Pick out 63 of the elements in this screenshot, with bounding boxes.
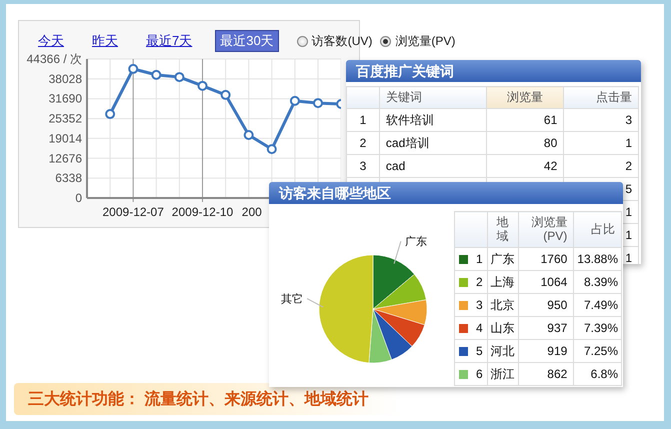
table-cell: 1760 <box>518 248 574 270</box>
table-cell: 937 <box>518 316 574 340</box>
table-cell: 862 <box>518 362 574 386</box>
table-cell: 河北 <box>487 340 518 362</box>
row-number: 5 <box>476 344 483 358</box>
axis-label: 44366 / 次 <box>26 52 82 66</box>
table-cell: 上海 <box>487 270 518 294</box>
table-cell: 2 <box>346 132 380 154</box>
table-cell: 软件培训 <box>379 108 486 132</box>
table-cell: 8.39% <box>574 270 622 294</box>
table-cell: 61 <box>486 108 564 132</box>
table-cell: 6.8% <box>574 362 622 386</box>
table-cell: 1 <box>564 132 638 154</box>
axis-label: 0 <box>75 191 82 205</box>
range-tab[interactable]: 最近7天 <box>141 30 198 52</box>
table-cell: 13.88% <box>574 248 622 270</box>
axis-label: 12676 <box>48 151 82 166</box>
table-cell: 山东 <box>487 316 518 340</box>
row-number: 6 <box>476 367 483 381</box>
row-number: 4 <box>476 321 483 335</box>
axis-label: 38028 <box>48 72 82 86</box>
axis-label: 19014 <box>48 131 82 146</box>
table-cell: 7.25% <box>574 340 622 362</box>
table-cell: 919 <box>518 340 574 362</box>
column-header[interactable]: 浏览量 <box>486 86 564 108</box>
table-cell: 2 <box>564 154 638 178</box>
table-cell: 广东 <box>487 248 518 270</box>
table-cell: 浙江 <box>487 362 518 386</box>
slice-label: 其它 <box>281 294 304 306</box>
table-cell: 3 <box>346 154 380 178</box>
radio-label[interactable]: 浏览量(PV) <box>395 32 456 50</box>
radio-label[interactable]: 访客数(UV) <box>312 32 372 50</box>
table-cell: 7.39% <box>574 316 622 340</box>
column-header: 地域 <box>487 212 518 248</box>
row-number: 3 <box>476 298 483 312</box>
slice-label: 广东 <box>404 236 427 248</box>
table-cell: 80 <box>486 132 564 154</box>
axis-label: 2009-12-10 <box>172 205 234 219</box>
column-header[interactable]: 关键词 <box>379 86 486 108</box>
column-header[interactable]: 点击量 <box>564 86 638 108</box>
axis-label: 6338 <box>55 171 82 186</box>
axis-label: 25352 <box>48 112 82 126</box>
column-header: 占比 <box>574 212 622 248</box>
table-cell: 1 <box>346 108 380 132</box>
table-cell: cad <box>379 154 486 178</box>
table-cell: 42 <box>486 154 564 178</box>
table-cell: cad培训 <box>379 132 486 154</box>
axis-label: 31690 <box>48 92 82 106</box>
window-title: 百度推广关键词 <box>346 60 641 82</box>
range-tab[interactable]: 最近30天 <box>215 30 279 52</box>
table-cell: 北京 <box>487 294 518 316</box>
column-header: 浏览量 (PV) <box>518 212 574 248</box>
axis-label: 2009-12-07 <box>102 205 164 219</box>
range-tab[interactable]: 昨天 <box>87 30 123 52</box>
row-number: 1 <box>476 252 483 266</box>
axis-label: 200 <box>242 205 262 219</box>
table-cell: 950 <box>518 294 574 316</box>
table-cell: 3 <box>564 108 638 132</box>
range-tab[interactable]: 今天 <box>33 30 69 52</box>
table-cell: 1064 <box>518 270 574 294</box>
window-title: 访客来自哪些地区 <box>269 182 623 204</box>
row-number: 2 <box>476 275 483 289</box>
table-cell: 7.49% <box>574 294 622 316</box>
